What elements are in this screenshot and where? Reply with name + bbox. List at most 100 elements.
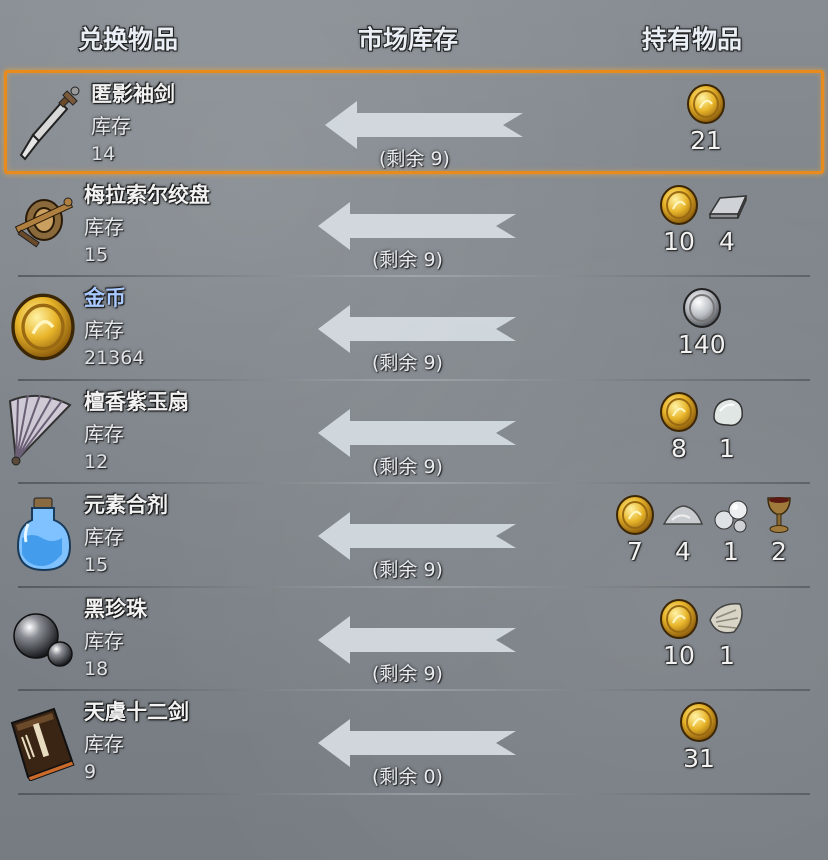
header-market-stock: 市场库存 [358, 25, 459, 54]
exchange-arrow-icon [318, 201, 518, 250]
powder-pile-icon [662, 494, 704, 536]
held-item: 4 [662, 494, 704, 566]
header-exchange-items: 兑换物品 [78, 25, 179, 54]
held-count: 1 [719, 433, 735, 463]
held-item: 2 [758, 494, 800, 566]
stock-label: 库存 [84, 318, 124, 342]
exchange-arrow-icon [318, 408, 518, 457]
held-item: 140 [678, 287, 726, 359]
item-name: 天虞十二剑 [84, 700, 189, 724]
held-item: 1 [710, 494, 752, 566]
held-count: 4 [675, 537, 691, 566]
remaining-count: (剩余 9) [372, 248, 443, 271]
dagger-icon [15, 83, 85, 163]
exchange-list: 匿影袖剑 库存 14 (剩余 9) 21 梅拉索尔绞盘 库存 15 (剩余 9) 10 4 金币 库存 2… [0, 70, 828, 795]
black-pearl-icon [8, 598, 78, 678]
item-name: 金币 [84, 286, 126, 310]
manual-book-icon [8, 701, 78, 782]
gold-coin-icon [685, 83, 727, 125]
remaining-count: (剩余 0) [372, 766, 443, 788]
held-item: 1 [706, 391, 748, 463]
exchange-row[interactable]: 匿影袖剑库存 14 (剩余 9) 21 [4, 70, 824, 174]
winch-icon [8, 184, 78, 264]
oyster-shell-icon [706, 598, 748, 640]
stock-value: 9 [84, 761, 97, 783]
item-name: 檀香紫玉扇 [84, 389, 189, 414]
exchange-arrow-icon [318, 305, 518, 353]
iron-ingot-icon [706, 184, 748, 226]
held-count: 31 [683, 744, 715, 773]
held-items: 7 4 1 2 [614, 494, 800, 566]
remaining-count: (剩余 9) [372, 352, 443, 374]
stock-label: 库存 [84, 525, 124, 549]
held-item: 1 [706, 598, 748, 670]
stock-label: 库存 [84, 732, 124, 756]
stock-label: 库存 [84, 421, 124, 446]
stock-value: 18 [84, 657, 109, 680]
remaining-count: (剩余 9) [372, 559, 443, 581]
item-name: 元素合剂 [84, 493, 168, 517]
remaining-count: (剩余 9) [372, 455, 443, 478]
item-name: 梅拉索尔绞盘 [84, 182, 210, 207]
stock-value: 15 [84, 243, 109, 266]
held-item: 21 [685, 83, 727, 155]
held-item: 10 [658, 184, 700, 256]
exchange-row[interactable]: 黑珍珠库存 18 (剩余 9) 10 1 [0, 588, 828, 692]
header-held-items: 持有物品 [642, 25, 743, 54]
held-items: 21 [685, 83, 727, 155]
held-count: 140 [678, 330, 726, 359]
stock-label: 库存 [84, 628, 124, 653]
held-item: 31 [678, 701, 720, 773]
item-name: 黑珍珠 [84, 596, 147, 621]
exchange-row[interactable]: 梅拉索尔绞盘 库存 15 (剩余 9) 10 4 [0, 174, 828, 278]
held-count: 8 [671, 433, 687, 463]
held-count: 7 [627, 537, 643, 566]
goblet-icon [758, 494, 800, 536]
held-items: 31 [678, 701, 720, 773]
silver-coin-icon [681, 287, 723, 329]
gold-coin-icon [614, 494, 656, 536]
folding-fan-icon [8, 391, 78, 471]
held-count: 10 [663, 226, 695, 256]
gold-coin-icon [8, 287, 78, 367]
gold-coin-icon [658, 598, 700, 640]
held-count: 1 [723, 537, 739, 566]
held-count: 4 [719, 226, 735, 256]
held-item: 4 [706, 184, 748, 256]
stock-value: 14 [91, 143, 116, 165]
item-name: 匿影袖剑 [91, 82, 175, 106]
exchange-arrow-icon [325, 101, 525, 149]
held-items: 81 [658, 391, 748, 463]
remaining-count: (剩余 9) [379, 148, 450, 170]
gold-coin-icon [678, 701, 720, 743]
stock-value: 21364 [84, 347, 145, 369]
stock-value: 12 [84, 450, 109, 473]
held-count: 2 [771, 537, 787, 566]
potion-bottle-icon [8, 494, 78, 574]
white-jade-icon [706, 391, 748, 433]
exchange-row[interactable]: 檀香紫玉扇 库存 12 (剩余 9) 8 1 [0, 381, 828, 485]
stock-label: 库存 [84, 214, 124, 239]
held-items: 10 1 [658, 598, 748, 670]
held-items: 10 4 [658, 184, 748, 256]
stock-value: 15 [84, 554, 109, 576]
held-count: 1 [719, 640, 735, 670]
exchange-arrow-icon [318, 719, 518, 767]
held-item: 8 [658, 391, 700, 463]
pearls-icon [710, 494, 752, 536]
remaining-count: (剩余 9) [372, 662, 443, 685]
stock-label: 库存 [91, 114, 131, 138]
gold-coin-icon [658, 391, 700, 433]
exchange-arrow-icon [318, 615, 518, 664]
exchange-arrow-icon [318, 512, 518, 560]
table-header: 兑换物品 市场库存 持有物品 [0, 0, 828, 70]
gold-coin-icon [658, 184, 700, 226]
exchange-row[interactable]: 金币库存 21364 (剩余 9) 140 [0, 277, 828, 381]
held-count: 21 [690, 126, 722, 155]
held-count: 10 [663, 640, 695, 670]
exchange-row[interactable]: 元素合剂库存 15 (剩余 9) 7 4 1 2 [0, 484, 828, 588]
held-items: 140 [678, 287, 726, 359]
held-item: 10 [658, 598, 700, 670]
held-item: 7 [614, 494, 656, 566]
exchange-row[interactable]: 天虞十二剑库存 9 (剩余 0) 31 [0, 691, 828, 795]
